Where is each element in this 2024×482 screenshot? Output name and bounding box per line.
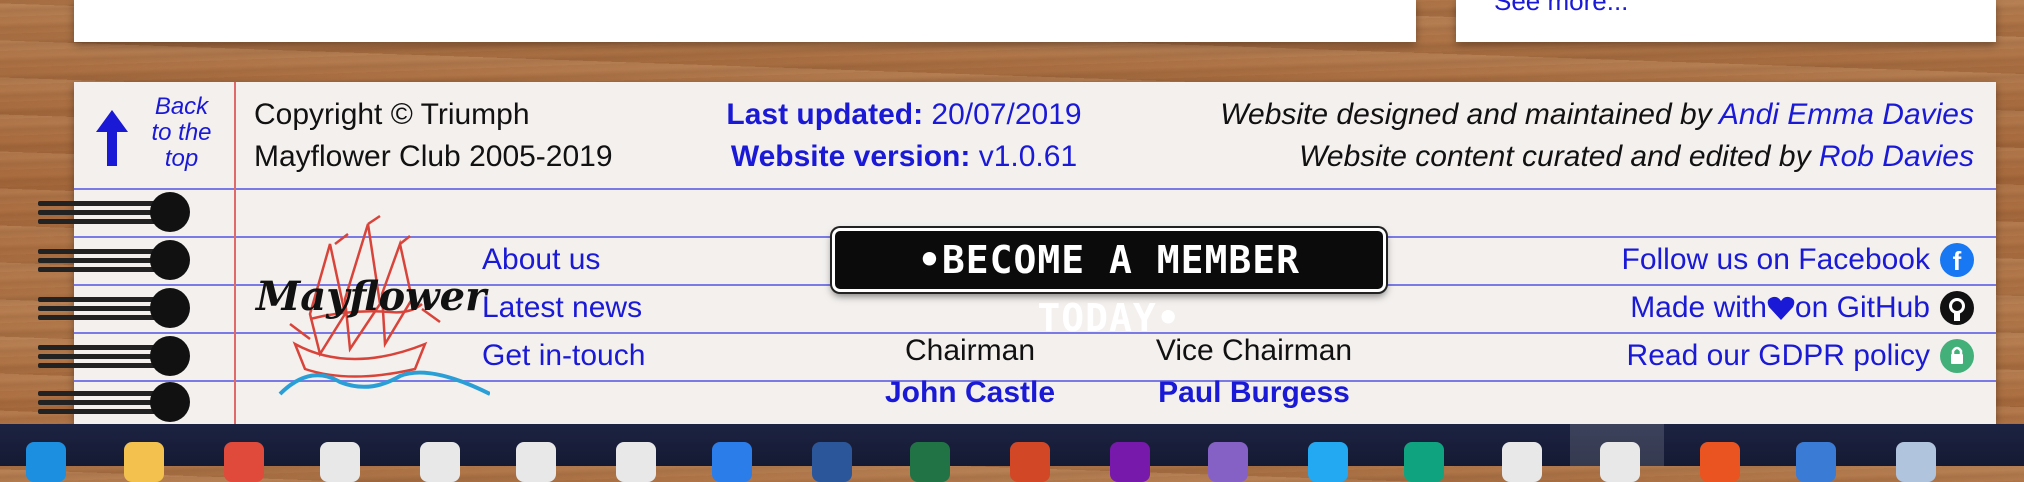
website-version-label: Website version: xyxy=(730,140,971,173)
chairman-name-link[interactable]: John Castle xyxy=(850,372,1090,414)
file-explorer-icon[interactable] xyxy=(124,442,164,482)
chairman-block: Chairman John Castle xyxy=(850,330,1090,414)
binder-ring-icon xyxy=(38,240,190,280)
binder-ring-icon xyxy=(38,288,190,328)
back-to-top-label: Back to the top xyxy=(134,94,229,172)
content-by-text: Website content curated and edited by xyxy=(1299,140,1819,173)
copyright-line: Copyright © Triumph xyxy=(254,98,530,131)
become-member-button[interactable]: •BECOME A MEMBER TODAY• xyxy=(832,228,1386,340)
back-to-top-line: to the xyxy=(151,119,212,146)
chairman-title: Chairman xyxy=(904,334,1036,367)
git-icon[interactable] xyxy=(1502,442,1542,482)
settings-icon[interactable] xyxy=(616,442,656,482)
paper-rule xyxy=(74,188,1996,190)
website-version-value: v1.0.61 xyxy=(978,140,1078,173)
groove-icon[interactable] xyxy=(516,442,556,482)
vscode-icon[interactable] xyxy=(1308,442,1348,482)
mayflower-logo: Mayflower xyxy=(254,214,490,396)
facebook-icon: f xyxy=(1940,243,1974,277)
github-icon xyxy=(1940,291,1974,325)
ubuntu-icon[interactable] xyxy=(1700,442,1740,482)
facebook-link[interactable]: Follow us on Facebook f xyxy=(1621,236,1974,284)
vice-chairman-block: Vice Chairman Paul Burgess xyxy=(1114,330,1394,414)
gdpr-policy-link[interactable]: Read our GDPR policy xyxy=(1622,332,1974,380)
content-card-left xyxy=(74,0,1416,42)
copyright-line: Mayflower Club 2005-2019 xyxy=(254,140,613,173)
github-suffix: on GitHub xyxy=(1794,291,1930,324)
latest-news-link[interactable]: Latest news xyxy=(482,284,645,332)
notepad-icon[interactable] xyxy=(1896,442,1936,482)
excel-icon[interactable] xyxy=(910,442,950,482)
back-to-top-line: top xyxy=(164,145,199,172)
calendar-icon[interactable] xyxy=(420,442,460,482)
back-to-top-line: Back xyxy=(154,93,209,120)
last-updated-value: 20/07/2019 xyxy=(931,98,1082,131)
site-footer: Back to the top Copyright © Triumph Mayf… xyxy=(38,82,1996,424)
designed-by-text: Website designed and maintained by xyxy=(1220,98,1719,131)
gdpr-label: Read our GDPR policy xyxy=(1626,339,1930,372)
github-link[interactable]: Made with on GitHub xyxy=(1622,284,1974,332)
windows-taskbar xyxy=(0,424,2024,482)
editor-link[interactable]: Rob Davies xyxy=(1819,140,1974,173)
site-credits: Website designed and maintained by Andi … xyxy=(1220,94,1974,178)
github-prefix: Made with xyxy=(1630,291,1767,324)
paper-margin-line xyxy=(234,82,236,424)
see-more-link[interactable]: See more... xyxy=(1494,0,1628,17)
lock-icon xyxy=(1940,339,1974,373)
social-links: Follow us on Facebook f Made with on Git… xyxy=(1621,236,1974,380)
footer-nav: About us Latest news Get in-touch xyxy=(482,236,645,380)
back-to-top-link[interactable]: Back to the top xyxy=(84,94,229,174)
content-card-right: See more... xyxy=(1456,0,1996,42)
word-icon[interactable] xyxy=(812,442,852,482)
binder-ring-icon xyxy=(38,192,190,232)
chrome-icon[interactable] xyxy=(1600,442,1640,482)
logo-text: Mayflower xyxy=(254,273,489,320)
about-us-link[interactable]: About us xyxy=(482,236,645,284)
binder-ring-icon xyxy=(38,336,190,376)
arrow-up-icon xyxy=(96,110,128,166)
email-client-icon[interactable] xyxy=(1404,442,1444,482)
mail-icon[interactable] xyxy=(320,442,360,482)
heart-icon xyxy=(1767,296,1795,320)
copyright-notice: Copyright © Triumph Mayflower Club 2005-… xyxy=(254,94,613,178)
powerpoint-icon[interactable] xyxy=(1010,442,1050,482)
last-updated-label: Last updated: xyxy=(726,98,924,131)
site-info: Last updated: 20/07/2019 Website version… xyxy=(694,94,1114,178)
designer-link[interactable]: Andi Emma Davies xyxy=(1719,98,1974,131)
vice-chairman-name-link[interactable]: Paul Burgess xyxy=(1114,372,1394,414)
facebook-label: Follow us on Facebook xyxy=(1621,243,1931,276)
visual-studio-icon[interactable] xyxy=(1208,442,1248,482)
terminal-icon[interactable] xyxy=(1796,442,1836,482)
onenote-icon[interactable] xyxy=(1110,442,1150,482)
store-icon[interactable] xyxy=(224,442,264,482)
edge-icon[interactable] xyxy=(26,442,66,482)
get-in-touch-link[interactable]: Get in-touch xyxy=(482,332,645,380)
todo-icon[interactable] xyxy=(712,442,752,482)
binder-ring-icon xyxy=(38,382,190,422)
vice-chairman-title: Vice Chairman xyxy=(1155,334,1353,367)
